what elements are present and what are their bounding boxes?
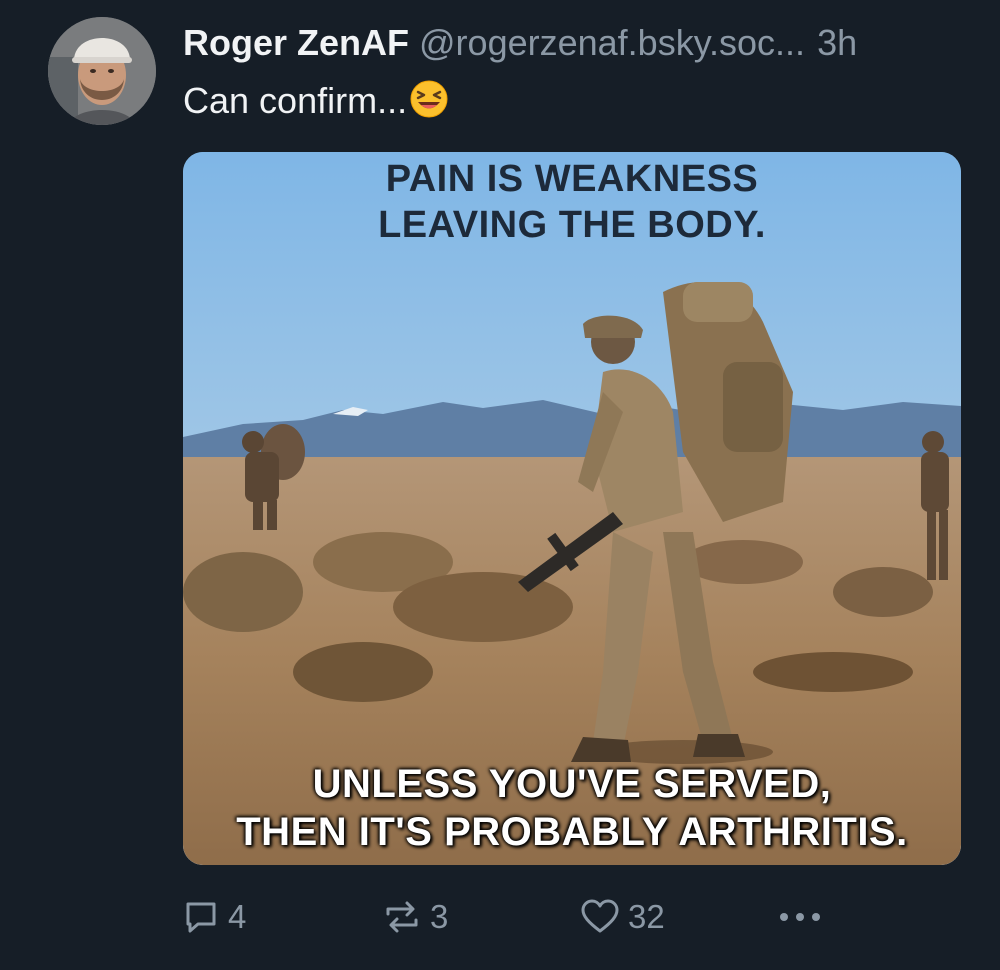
repost-button[interactable]: 3 (382, 892, 448, 942)
post-text: Can confirm... (183, 76, 449, 132)
avatar-photo-icon (48, 17, 156, 125)
more-options-button[interactable] (776, 892, 824, 942)
like-button[interactable]: 32 (580, 892, 665, 942)
heart-icon (580, 898, 620, 936)
desert-soldiers-image (183, 152, 961, 865)
image-caption-top: PAIN IS WEAKNESS LEAVING THE BODY. (183, 156, 961, 248)
caption-top-line-2: LEAVING THE BODY. (378, 204, 766, 246)
repost-count: 3 (430, 898, 449, 935)
repost-icon (382, 898, 422, 936)
reply-button[interactable]: 4 (182, 892, 246, 942)
avatar[interactable] (48, 17, 156, 125)
more-options-icon (776, 907, 824, 927)
post-actions: 4 3 32 (0, 892, 1000, 942)
post-image[interactable]: PAIN IS WEAKNESS LEAVING THE BODY. UNLES… (183, 152, 961, 865)
like-count: 32 (628, 898, 665, 935)
laughing-face-emoji-icon (409, 79, 449, 132)
reply-count: 4 (228, 898, 247, 935)
post-body: Can confirm... (183, 80, 408, 121)
post-header: Roger ZenAF @rogerzenaf.bsky.soc... 3h (183, 18, 857, 68)
author-handle[interactable]: @rogerzenaf.bsky.soc... (419, 22, 805, 63)
post-timestamp[interactable]: 3h (817, 22, 857, 63)
caption-top-line-1: PAIN IS WEAKNESS (385, 158, 759, 200)
caption-bottom-line-1: UNLESS YOU'VE SERVED, (312, 762, 832, 806)
author-display-name[interactable]: Roger ZenAF (183, 22, 409, 63)
reply-icon (182, 898, 220, 936)
caption-bottom-line-2: THEN IT'S PROBABLY ARTHRITIS. (236, 810, 908, 854)
image-caption-bottom: UNLESS YOU'VE SERVED, THEN IT'S PROBABLY… (183, 760, 961, 856)
post[interactable]: Roger ZenAF @rogerzenaf.bsky.soc... 3h Ca… (0, 0, 1000, 970)
